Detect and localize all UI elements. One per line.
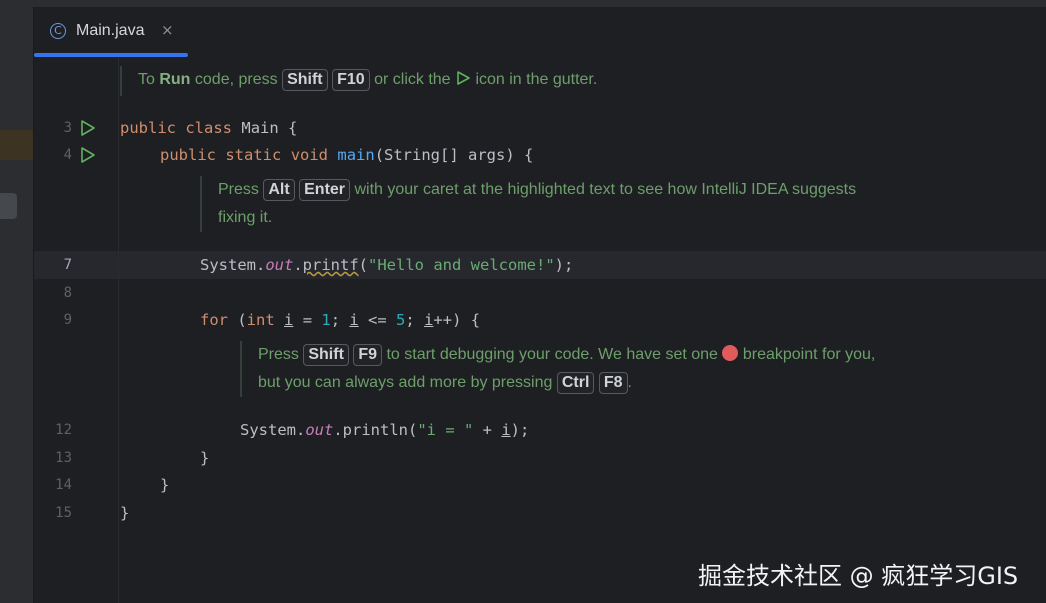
key-shift: Shift <box>282 69 328 91</box>
key-enter: Enter <box>299 179 351 201</box>
tab-label: Main.java <box>76 22 145 39</box>
code-line-13: } <box>200 449 210 467</box>
code-line-15: } <box>120 504 130 522</box>
code-line-4: public static void main(String[] args) { <box>160 146 534 164</box>
code-line-14: } <box>160 476 170 494</box>
doc-comment-run: To Run code, press Shift F10 or click th… <box>120 66 597 96</box>
doc-comment-alt-enter: Press Alt Enter with your caret at the h… <box>200 176 856 232</box>
active-tab-indicator <box>34 53 188 57</box>
line-number: 9 <box>63 312 72 328</box>
code-line-7: System.out.printf("Hello and welcome!"); <box>200 256 574 274</box>
run-gutter-icon[interactable] <box>80 119 96 137</box>
code-editor[interactable] <box>34 58 1046 603</box>
class-c-icon: C <box>50 23 66 39</box>
indent-guide <box>118 58 119 603</box>
watermark: 掘金技术社区 @ 疯狂学习GIS <box>698 562 1019 590</box>
editor-tab-bar: C Main.java × <box>34 7 1046 59</box>
tool-window-button[interactable] <box>0 193 17 219</box>
code-line-12: System.out.println("i = " + i); <box>240 421 530 439</box>
line-number: 15 <box>55 505 72 521</box>
line-number: 12 <box>55 422 72 438</box>
key-ctrl: Ctrl <box>556 372 595 394</box>
tool-window-strip <box>0 7 33 603</box>
line-number: 14 <box>55 477 72 493</box>
key-f8: F8 <box>598 372 628 394</box>
key-alt: Alt <box>263 179 295 201</box>
key-f10: F10 <box>332 69 370 91</box>
code-line-9: for (int i = 1; i <= 5; i++) { <box>200 311 481 329</box>
code-line-3: public class Main { <box>120 119 298 137</box>
window-top-bar <box>0 0 1046 7</box>
key-shift: Shift <box>303 344 349 366</box>
breakpoint-icon <box>722 345 739 361</box>
line-number: 4 <box>63 147 72 163</box>
tool-window-highlight <box>0 130 33 160</box>
close-icon[interactable]: × <box>161 21 174 39</box>
key-f9: F9 <box>353 344 383 366</box>
run-icon <box>455 68 471 96</box>
tab-main-java[interactable]: C Main.java × <box>34 7 188 58</box>
doc-comment-debug: Press Shift F9 to start debugging your c… <box>240 341 875 397</box>
line-number: 8 <box>63 285 72 301</box>
run-gutter-icon[interactable] <box>80 146 96 164</box>
line-number: 7 <box>63 257 72 273</box>
line-number: 3 <box>63 120 72 136</box>
line-number: 13 <box>55 450 72 466</box>
